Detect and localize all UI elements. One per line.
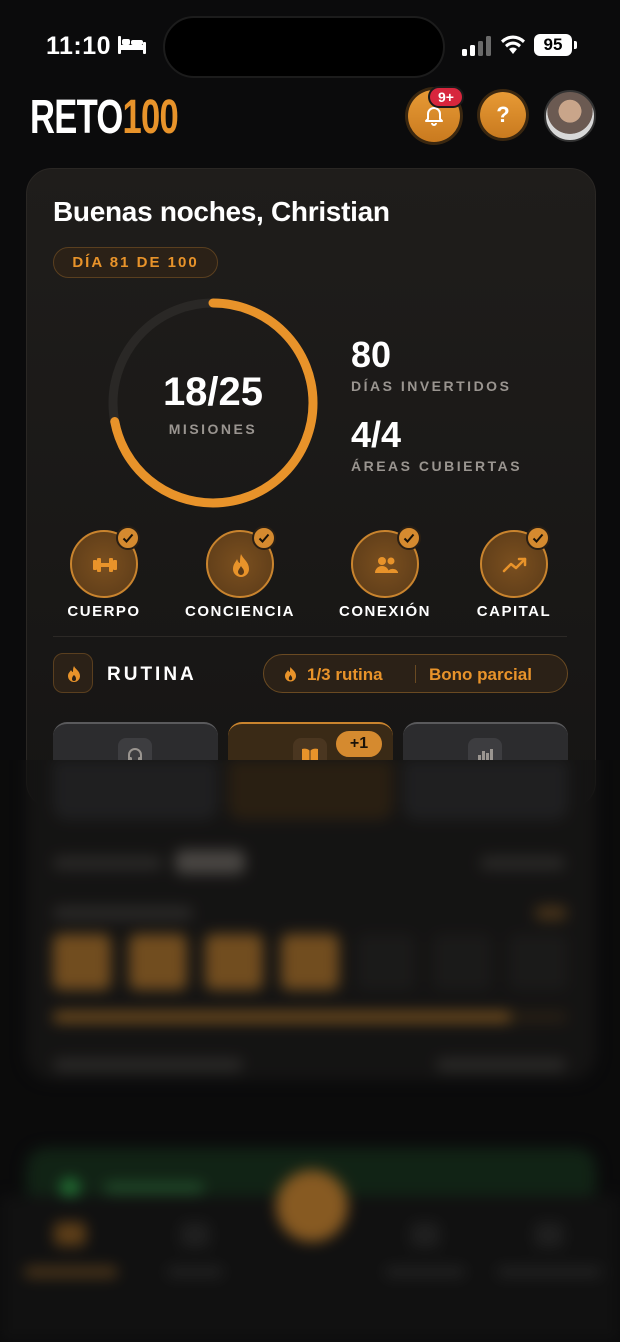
missions-value: 18/25 — [162, 370, 264, 414]
wifi-icon — [501, 35, 525, 54]
people-icon — [375, 557, 398, 573]
check-icon — [252, 526, 276, 550]
missions-label: MISIONES — [168, 421, 258, 437]
trending-up-icon — [502, 557, 527, 573]
status-time: 11:10 — [46, 32, 112, 60]
help-button[interactable]: ? — [480, 92, 526, 138]
routine-icon-box — [53, 653, 93, 693]
notifications-badge: 9+ — [428, 86, 464, 108]
area-conexion-label: CONEXIÓN — [338, 603, 431, 620]
logo-word: RETO — [30, 91, 123, 144]
flame-icon — [68, 666, 80, 682]
flame-icon — [233, 554, 249, 577]
check-icon — [116, 526, 140, 550]
days-invested-value: 80 — [351, 334, 392, 375]
flame-icon — [285, 667, 296, 682]
status-bar: 11:10 95 — [0, 0, 620, 90]
dynamic-island — [163, 16, 445, 78]
dumbbell-icon — [93, 558, 117, 572]
divider — [53, 636, 567, 637]
day-progress-pill: DÍA 81 DE 100 — [53, 247, 218, 278]
battery-indicator: 95 — [534, 34, 577, 56]
check-icon — [397, 526, 421, 550]
bed-icon — [118, 36, 146, 54]
pill-separator — [415, 665, 416, 683]
app-logo: RETO100 — [30, 90, 179, 144]
routine-title: RUTINA — [107, 664, 197, 685]
area-capital-label: CAPITAL — [476, 603, 552, 620]
routine-bonus: Bono parcial — [429, 665, 532, 684]
blurred-overlay — [0, 760, 620, 1342]
blur-veil — [0, 760, 620, 1342]
logo-number: 100 — [122, 91, 179, 144]
plus-one-badge: +1 — [334, 729, 384, 759]
check-icon — [526, 526, 550, 550]
areas-covered-value: 4/4 — [351, 414, 402, 455]
routine-count: 1/3 rutina — [307, 665, 383, 684]
greeting: Buenas noches, Christian — [53, 196, 390, 227]
area-conciencia-label: CONCIENCIA — [184, 603, 295, 620]
avatar[interactable] — [544, 90, 596, 142]
area-cuerpo-label: CUERPO — [67, 603, 141, 620]
areas-covered-label: ÁREAS CUBIERTAS — [351, 458, 523, 474]
cellular-signal-icon — [462, 36, 491, 56]
days-invested-label: DÍAS INVERTIDOS — [351, 378, 512, 394]
